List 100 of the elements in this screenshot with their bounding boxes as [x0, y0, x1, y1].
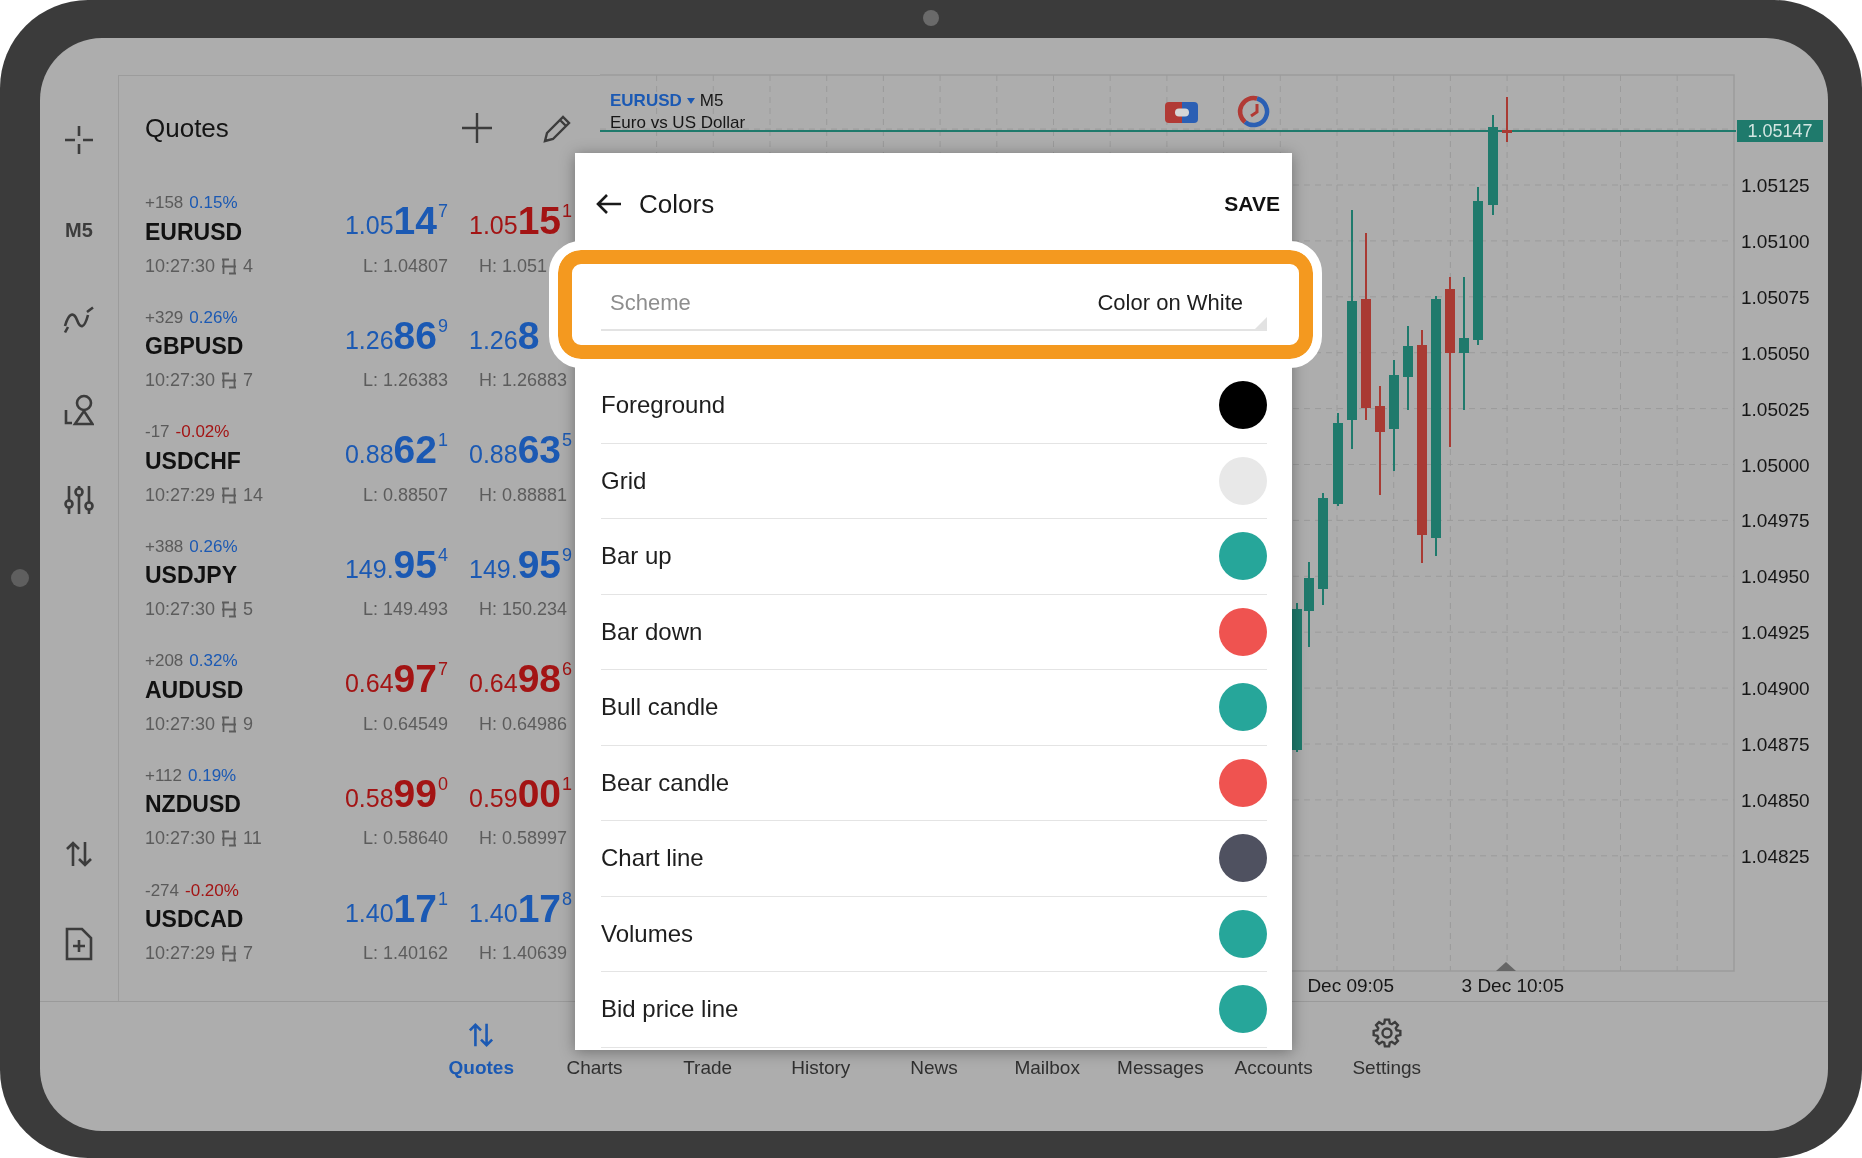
color-name: Bar up — [601, 542, 672, 571]
color-swatch-icon[interactable] — [1219, 834, 1267, 883]
high-price: H: 150.234 — [479, 599, 568, 621]
symbol-name[interactable]: EURUSD — [145, 218, 243, 246]
spread-value: 5 — [243, 599, 254, 621]
field-label: Scheme — [610, 289, 691, 316]
spread-value: 7 — [243, 370, 254, 392]
symbol-name[interactable]: USDCHF — [145, 447, 241, 475]
toggle-switch-icon[interactable] — [1165, 102, 1198, 123]
candle — [1502, 96, 1512, 143]
time-label: 3 Dec 10:05 — [1461, 975, 1564, 996]
price-change: +388 — [145, 536, 184, 557]
quote-time: 10:27:30 — [145, 828, 216, 850]
high-price: H: 1.40639 — [479, 943, 568, 965]
percent-change: 0.15% — [189, 193, 238, 213]
color-name: Chart line — [601, 844, 704, 873]
price-change: +208 — [145, 651, 184, 672]
crosshair-icon[interactable] — [64, 125, 94, 155]
symbol-name[interactable]: USDJPY — [145, 562, 238, 590]
quote-time: 10:27:30 — [145, 255, 216, 277]
chart-symbol[interactable]: EURUSD — [610, 91, 682, 111]
color-name: Bid price line — [601, 995, 739, 1024]
high-price: H: 1.26883 — [479, 370, 568, 392]
price-label: 1.04850 — [1741, 789, 1810, 811]
ask-price[interactable]: 1.268 — [469, 306, 540, 365]
nav-tab[interactable]: Messages — [1103, 1056, 1217, 1080]
nav-tab[interactable]: Quotes — [424, 1022, 538, 1080]
pencil-icon[interactable] — [543, 113, 573, 143]
nav-tab[interactable]: News — [877, 1056, 991, 1080]
color-name: Grid — [601, 466, 647, 495]
timeframe-selector[interactable]: M5 — [65, 218, 93, 242]
nav-tab[interactable]: Accounts — [1216, 1056, 1331, 1080]
color-swatch-icon[interactable] — [1219, 683, 1267, 732]
spread-icon — [221, 486, 238, 504]
spread-icon — [221, 372, 238, 390]
nav-tab[interactable]: Charts — [537, 1056, 652, 1080]
price-change: -274 — [145, 880, 180, 901]
spread-value: 9 — [243, 713, 254, 735]
symbol-name[interactable]: AUDUSD — [145, 676, 244, 704]
symbol-name[interactable]: GBPUSD — [145, 333, 244, 361]
selected-value: Color on White — [1097, 289, 1243, 316]
chart-timeframe: M5 — [699, 91, 724, 111]
color-swatch-icon[interactable] — [1219, 909, 1267, 958]
low-price: L: 149.493 — [362, 599, 448, 621]
shapes-icon[interactable] — [64, 394, 94, 426]
color-swatch-icon[interactable] — [1219, 607, 1267, 656]
price-label: 1.05025 — [1741, 398, 1810, 420]
price-label: 1.05050 — [1741, 342, 1810, 364]
price-label: 1.04975 — [1741, 510, 1810, 532]
color-swatch-icon[interactable] — [1219, 532, 1267, 581]
plus-icon[interactable] — [461, 112, 493, 144]
high-price: H: 0.64986 — [479, 713, 568, 735]
nav-tab[interactable]: Trade — [651, 1056, 765, 1080]
percent-change: 0.26% — [189, 307, 238, 328]
price-label: 1.04825 — [1741, 845, 1810, 867]
spread-value: 4 — [243, 255, 254, 277]
quote-time: 10:27:30 — [145, 370, 216, 392]
symbol-name[interactable]: NZDUSD — [145, 791, 241, 819]
price-label: 1.05075 — [1741, 286, 1810, 308]
percent-change: -0.20% — [185, 880, 239, 901]
color-swatch-icon[interactable] — [1219, 985, 1267, 1034]
price-tag: 1.05147 — [1737, 120, 1823, 142]
back-arrow-icon[interactable] — [596, 193, 622, 215]
nav-tab[interactable]: History — [764, 1056, 878, 1080]
clock-icon[interactable] — [1237, 95, 1270, 128]
color-name: Bear candle — [601, 768, 730, 797]
spread-icon — [221, 601, 238, 619]
high-price: H: 0.88881 — [479, 484, 568, 506]
price-label: 1.04925 — [1741, 622, 1810, 644]
symbol-description: Euro vs US Dollar — [610, 113, 746, 133]
color-swatch-icon[interactable] — [1219, 758, 1267, 807]
price-label: 1.04900 — [1741, 678, 1810, 700]
wave-icon[interactable] — [63, 306, 95, 334]
color-swatch-icon[interactable] — [1219, 381, 1267, 430]
sliders-icon[interactable] — [64, 484, 94, 516]
file-plus-icon[interactable] — [65, 927, 93, 961]
symbol-name[interactable]: USDCAD — [145, 906, 244, 934]
quote-time: 10:27:30 — [145, 599, 216, 621]
up-down-arrows-icon — [468, 1022, 495, 1048]
spread-icon — [221, 830, 238, 848]
price-change: +329 — [145, 307, 184, 328]
price-change: -17 — [145, 422, 170, 443]
spread-value: 7 — [243, 943, 254, 965]
color-name: Bull candle — [601, 693, 719, 722]
color-name: Volumes — [601, 919, 694, 948]
dropdown-corner-icon — [1255, 317, 1267, 329]
price-label: 1.04875 — [1741, 734, 1810, 755]
save-button[interactable]: SAVE — [1224, 188, 1280, 220]
price-label: 1.05100 — [1741, 230, 1810, 252]
spread-icon — [221, 257, 238, 275]
price-label: 1.05125 — [1741, 175, 1810, 196]
panel-title: Quotes — [145, 112, 229, 144]
low-price: L: 1.26383 — [362, 370, 448, 392]
spread-value: 11 — [243, 828, 262, 850]
scheme-dropdown[interactable]: Scheme Color on White — [601, 276, 1267, 331]
low-price: L: 1.04807 — [362, 255, 448, 277]
nav-tab[interactable]: Mailbox — [990, 1056, 1104, 1080]
up-down-arrows-icon[interactable] — [65, 841, 93, 867]
caret-icon[interactable] — [686, 98, 695, 104]
nav-tab[interactable]: Settings — [1330, 1018, 1444, 1080]
